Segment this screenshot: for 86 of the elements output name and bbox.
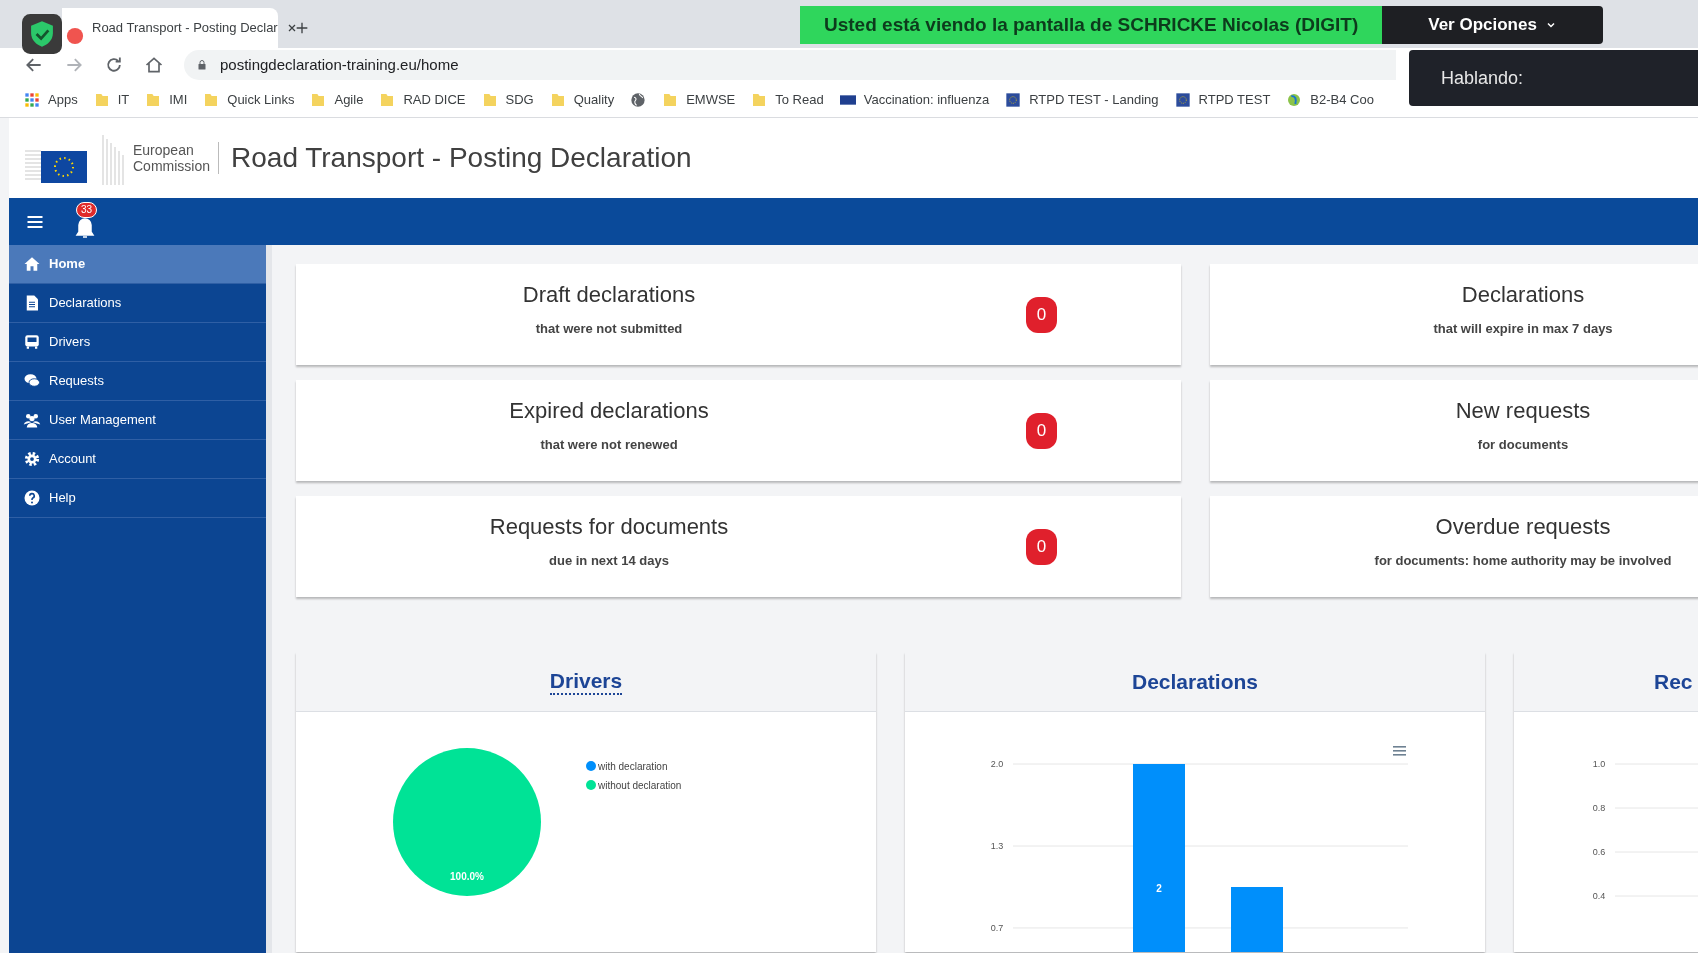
bookmark-link[interactable]: RAD DICE	[379, 89, 466, 110]
folder-icon	[203, 91, 220, 108]
bookmark-link[interactable]: RTPD TEST	[1174, 89, 1271, 110]
address-field[interactable]: postingdeclaration-training.eu/home	[184, 50, 1396, 80]
stat-card[interactable]: Overdue requests for documents: home authority may be involved	[1210, 496, 1698, 597]
folder-icon	[751, 91, 768, 108]
chart-title: Declarations	[1131, 668, 1259, 695]
sidebar-item[interactable]: Home	[9, 245, 266, 284]
options-button[interactable]: Ver Opciones	[1382, 6, 1603, 44]
card-subtitle: for documents: home authority may be involved	[1374, 552, 1672, 571]
home-icon	[23, 255, 41, 273]
card-subtitle: that were not renewed	[540, 436, 678, 455]
count-badge: 0	[1026, 528, 1057, 565]
axis-tick-label: 0.4	[1592, 891, 1606, 901]
record-dot-icon	[66, 27, 84, 45]
flag-icon	[1174, 91, 1191, 108]
notification-badge: 33	[76, 201, 98, 218]
stat-card[interactable]: Requests for documents due in next 14 days 0	[296, 496, 1181, 597]
legend-item[interactable]: without declaration	[586, 780, 682, 791]
axis-tick-label: 0.8	[1592, 803, 1606, 813]
card-title: Requests for documents	[489, 513, 729, 542]
card-subtitle: that were not submitted	[535, 320, 683, 339]
axis-tick-label: 2.0	[990, 759, 1004, 769]
help-icon	[23, 489, 41, 507]
folder-icon	[145, 91, 162, 108]
folder-icon	[93, 91, 110, 108]
globe-icon[interactable]	[630, 91, 647, 108]
chat-icon	[23, 372, 41, 390]
plus-icon	[294, 20, 310, 36]
grid-icon	[24, 91, 40, 108]
tab-title: Road Transport - Posting Declar	[92, 19, 278, 38]
data-label: 2	[1156, 883, 1162, 894]
axis-tick-label: 0.7	[990, 922, 1004, 933]
flag-icon	[1005, 91, 1022, 108]
card-title: New requests	[1455, 397, 1591, 426]
menu-icon[interactable]	[1393, 746, 1406, 756]
bookmark-link[interactable]: IMI	[145, 89, 188, 110]
bookmark-link[interactable]: Agile	[310, 89, 364, 110]
bookmark-link[interactable]: IT	[93, 89, 130, 110]
card-subtitle: for documents	[1477, 436, 1569, 455]
folder-icon	[662, 91, 679, 108]
chart-title: Rec	[1654, 668, 1693, 695]
count-badge: 0	[1026, 296, 1057, 333]
reload-icon	[104, 55, 124, 75]
folder-icon	[310, 91, 327, 108]
bus-icon	[23, 333, 41, 351]
bookmark-link[interactable]: To Read	[751, 89, 824, 110]
globe-icon	[1286, 91, 1303, 108]
folder-icon	[549, 91, 566, 108]
bookmark-link[interactable]: B2-B4 Coo	[1286, 89, 1374, 110]
bookmark-link[interactable]: Quality	[549, 89, 615, 110]
stat-card[interactable]: New requests for documents	[1210, 380, 1698, 481]
bookmark-link[interactable]: Vaccination: influenza	[839, 89, 990, 110]
axis-tick-label: 1.3	[990, 841, 1004, 852]
legend-item[interactable]: with declaration	[586, 761, 668, 772]
bookmark-link[interactable]: Apps	[24, 89, 78, 110]
data-label: 100.0%	[450, 871, 484, 882]
chart-bar	[1231, 887, 1283, 952]
page-title: Road Transport - Posting Declaration	[231, 141, 692, 175]
count-badge: 0	[1026, 412, 1057, 449]
home-icon	[144, 55, 164, 75]
bookmark-link[interactable]: EMWSE	[662, 89, 736, 110]
axis-tick-label: 0.6	[1592, 847, 1606, 857]
card-subtitle: due in next 14 days	[549, 552, 669, 571]
card-title: Overdue requests	[1435, 513, 1611, 542]
bookmark-link[interactable]: SDG	[481, 89, 534, 110]
stat-card[interactable]: Expired declarations that were not renewed 0	[296, 380, 1181, 481]
logo-text: European Commission	[125, 142, 219, 174]
card-title: Declarations	[1461, 281, 1585, 310]
folder-icon	[379, 91, 396, 108]
folder-icon	[481, 91, 498, 108]
speaking-panel: Hablando:	[1409, 50, 1698, 106]
card-subtitle: that will expire in max 7 days	[1433, 320, 1613, 339]
card-title: Draft declarations	[522, 281, 696, 310]
shield-icon	[22, 14, 62, 54]
stat-card[interactable]: Declarations that will expire in max 7 days	[1210, 264, 1698, 365]
card-title: Expired declarations	[509, 397, 709, 426]
axis-tick-label: 1.0	[1592, 759, 1606, 769]
lock-icon	[196, 59, 208, 71]
settings-icon	[23, 450, 41, 468]
bookmark-link[interactable]: Quick Links	[203, 89, 295, 110]
screen-share-banner: Usted está viendo la pantalla de SCHRICKE Nicolas (DIGIT)	[800, 6, 1383, 44]
stat-card[interactable]: Draft declarations that were not submitted 0	[296, 264, 1181, 365]
users-icon	[23, 411, 41, 429]
bookmark-link[interactable]: RTPD TEST - Landing	[1005, 89, 1159, 110]
chart-title: Drivers	[549, 668, 623, 695]
